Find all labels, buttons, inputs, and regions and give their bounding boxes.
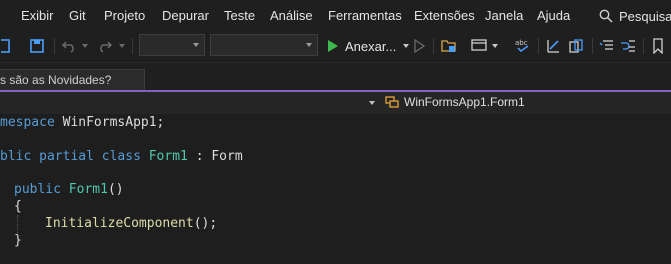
save-icon[interactable]	[0, 36, 12, 56]
chevron-down-icon	[306, 43, 312, 47]
code-line: mespace WinFormsApp1;	[0, 115, 164, 132]
search-icon	[599, 9, 613, 23]
punctuation: }	[14, 233, 22, 248]
platform-select[interactable]	[210, 34, 318, 56]
open-folder-icon[interactable]	[440, 36, 458, 56]
redo-dropdown-icon[interactable]	[117, 36, 127, 56]
identifier: WinFormsApp1	[62, 115, 157, 130]
menu-ferramentas[interactable]: Ferramentas	[328, 8, 402, 23]
code-editor[interactable]: mespace WinFormsApp1; blic partial class…	[0, 114, 671, 264]
keyword: mespace	[0, 115, 55, 130]
keyword: class	[101, 149, 141, 164]
indent-guide	[17, 215, 18, 233]
toolbar-separator	[54, 38, 55, 54]
start-debugging-button[interactable]: Anexar...	[328, 36, 410, 56]
bookmark-icon[interactable]	[567, 36, 585, 56]
punctuation: ()	[107, 182, 124, 197]
punctuation: ();	[193, 216, 218, 231]
run-label: Anexar...	[345, 38, 397, 54]
uncomment-lines-icon[interactable]	[619, 36, 637, 56]
svg-text:abc: abc	[515, 39, 528, 47]
bookmark-toggle-icon[interactable]	[650, 36, 666, 56]
chevron-down-icon[interactable]	[369, 101, 375, 105]
type-name: Form1	[68, 182, 108, 197]
code-line: }	[14, 233, 22, 250]
search-label: Pesquisar	[619, 8, 671, 24]
menu-bar: Exibir Git Projeto Depurar Teste Análise…	[0, 0, 671, 30]
code-line: blic partial class Form1 : Form	[0, 149, 243, 166]
tab-whats-new[interactable]: s são as Novidades?	[0, 69, 145, 91]
member-dropdown[interactable]: WinFormsApp1.Form1	[385, 95, 525, 109]
start-without-debugging-icon[interactable]	[412, 36, 426, 56]
menu-exibir[interactable]: Exibir	[21, 8, 54, 23]
menu-janela[interactable]: Janela	[485, 8, 523, 23]
undo-icon[interactable]	[60, 36, 78, 56]
menu-git[interactable]: Git	[69, 8, 86, 23]
toggle-breakpoint-icon[interactable]	[544, 36, 562, 56]
keyword: blic	[0, 149, 32, 164]
identifier: Form	[211, 149, 243, 164]
tab-label: s são as Novidades?	[0, 73, 112, 87]
search-box[interactable]: Pesquisar	[599, 6, 671, 26]
toolbar-separator	[433, 38, 434, 54]
menu-projeto[interactable]: Projeto	[104, 8, 145, 23]
keyword: public	[14, 182, 61, 197]
menu-depurar[interactable]: Depurar	[162, 8, 209, 23]
punctuation: {	[14, 199, 22, 214]
chevron-down-icon	[193, 43, 199, 47]
configuration-select[interactable]	[139, 34, 205, 56]
toolbar-separator	[592, 38, 593, 54]
window-layout-icon[interactable]	[470, 36, 488, 56]
keyword: partial	[39, 149, 94, 164]
save-all-icon[interactable]	[28, 36, 46, 56]
undo-dropdown-icon[interactable]	[80, 36, 90, 56]
chevron-down-icon	[403, 44, 410, 48]
redo-icon[interactable]	[96, 36, 114, 56]
class-icon	[385, 96, 399, 108]
menu-teste[interactable]: Teste	[224, 8, 255, 23]
method-call: InitializeComponent	[45, 216, 194, 231]
menu-ajuda[interactable]: Ajuda	[537, 8, 570, 23]
layout-dropdown-icon[interactable]	[490, 36, 500, 56]
spell-check-icon[interactable]: abc	[513, 36, 533, 56]
code-line: public Form1()	[14, 182, 124, 199]
toolbar: Anexar... abc	[0, 30, 671, 63]
punctuation: :	[195, 149, 204, 164]
toolbar-separator	[538, 38, 539, 54]
type-name: Form1	[148, 149, 188, 164]
play-icon	[328, 40, 338, 52]
code-line: InitializeComponent();	[45, 216, 217, 233]
punctuation: ;	[156, 115, 165, 130]
toolbar-separator	[132, 38, 133, 54]
document-tab-strip: s são as Novidades?	[0, 63, 671, 91]
code-line: {	[14, 199, 22, 216]
comment-lines-icon[interactable]	[598, 36, 616, 56]
navigation-bar: WinFormsApp1.Form1	[0, 92, 671, 115]
member-label: WinFormsApp1.Form1	[404, 95, 525, 109]
menu-analise[interactable]: Análise	[270, 8, 313, 23]
menu-extensoes[interactable]: Extensões	[414, 8, 475, 23]
toolbar-separator	[643, 38, 644, 54]
